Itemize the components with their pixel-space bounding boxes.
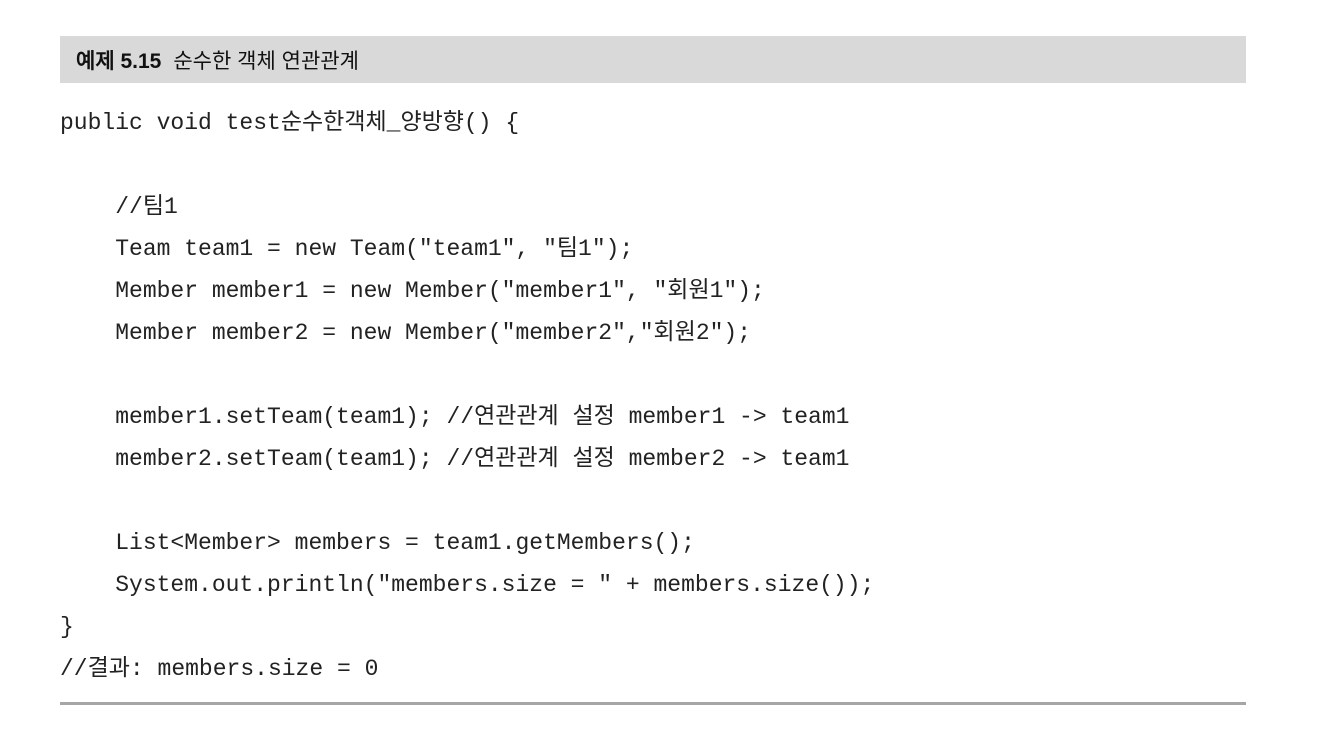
- code-line-member2-setteam: member2.setTeam(team1); //연관관계 설정 member…: [60, 446, 850, 472]
- bottom-divider: [60, 702, 1246, 705]
- code-line-println: System.out.println("members.size = " + m…: [60, 572, 875, 598]
- code-block: public void test순수한객체_양방향() { //팀1 Team …: [60, 102, 1246, 690]
- code-line-comment-team: //팀1: [60, 194, 178, 220]
- code-line-get-members: List<Member> members = team1.getMembers(…: [60, 530, 695, 556]
- code-line-result-comment: //결과: members.size = 0: [60, 656, 379, 682]
- example-number: 예제 5.15: [76, 49, 162, 73]
- code-line-method-signature: public void test순수한객체_양방향() {: [60, 110, 520, 136]
- example-title: 순수한 객체 연관관계: [173, 49, 359, 73]
- example-header: 예제 5.15 순수한 객체 연관관계: [60, 36, 1246, 83]
- code-line-team-init: Team team1 = new Team("team1", "팀1");: [60, 236, 634, 262]
- code-line-member1-init: Member member1 = new Member("member1", "…: [60, 278, 765, 304]
- code-line-member2-init: Member member2 = new Member("member2","회…: [60, 320, 752, 346]
- code-line-closing-brace: }: [60, 614, 74, 640]
- code-line-member1-setteam: member1.setTeam(team1); //연관관계 설정 member…: [60, 404, 850, 430]
